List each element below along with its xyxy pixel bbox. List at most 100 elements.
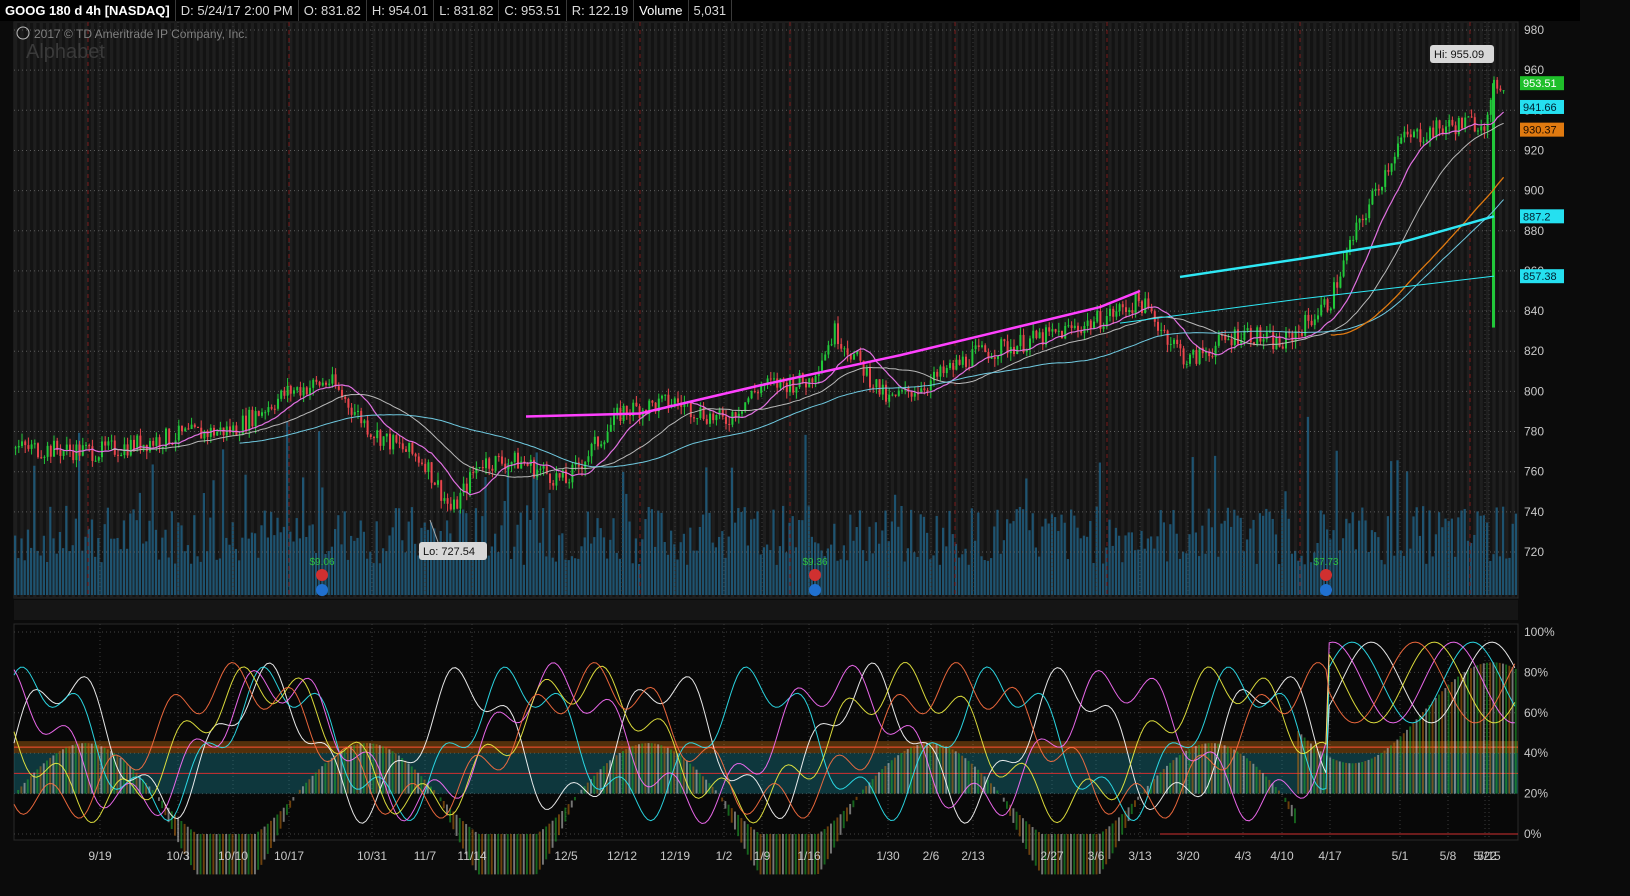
- osc-histogram-bar: [494, 834, 496, 875]
- candle-body: [395, 435, 398, 443]
- osc-histogram-bar: [1399, 736, 1402, 794]
- volume-bar: [1127, 532, 1130, 595]
- osc-histogram-bar: [177, 817, 180, 843]
- candle-body: [251, 409, 254, 427]
- osc-histogram-bar: [1031, 827, 1034, 861]
- price-tag-label: 887.2: [1523, 211, 1551, 223]
- osc-histogram-bar: [1076, 834, 1079, 875]
- dividend-icon: [809, 584, 821, 596]
- candle-body: [1115, 311, 1118, 317]
- osc-histogram-bar: [62, 749, 64, 794]
- time-stripe: [762, 22, 766, 598]
- volume-bar: [1182, 551, 1185, 595]
- date-tick-label: 10/3: [166, 849, 190, 863]
- candle-body: [536, 469, 539, 478]
- volume-bar: [916, 556, 919, 595]
- osc-histogram-bar: [30, 775, 32, 794]
- osc-histogram-bar: [519, 834, 522, 875]
- osc-histogram-bar: [1473, 666, 1476, 794]
- volume-bar: [487, 555, 490, 595]
- candle-body: [293, 390, 295, 394]
- osc-histogram-bar: [394, 753, 397, 794]
- osc-histogram-bar: [1006, 801, 1008, 809]
- osc-histogram-bar: [282, 807, 285, 822]
- volume-bar: [180, 525, 183, 595]
- candle-body: [606, 431, 609, 443]
- candle-body: [350, 407, 353, 415]
- candle-body: [1035, 330, 1038, 339]
- osc-histogram-bar: [1329, 757, 1332, 794]
- high-callout-label: Hi: 955.09: [1434, 49, 1484, 61]
- candle-body: [1297, 330, 1300, 332]
- candle-body: [1185, 363, 1188, 365]
- osc-histogram-bar: [570, 800, 573, 808]
- volume-bar: [1223, 520, 1226, 595]
- candle-body: [440, 480, 443, 501]
- osc-histogram-bar: [1428, 704, 1431, 794]
- volume-bar: [794, 547, 798, 595]
- volume-bar: [298, 538, 302, 595]
- volume-bar: [1066, 559, 1070, 595]
- candle-body: [1189, 354, 1191, 364]
- candle-body: [379, 430, 382, 446]
- volume-bar: [282, 526, 286, 595]
- candle-body: [1057, 330, 1060, 332]
- volume-bar: [906, 548, 910, 595]
- volume-bar: [1175, 533, 1178, 595]
- volume-bar: [567, 560, 570, 595]
- candle-body: [597, 436, 599, 447]
- osc-histogram-bar: [510, 834, 512, 875]
- osc-histogram-bar: [1393, 742, 1396, 794]
- volume-bar: [183, 551, 186, 595]
- volume-bar: [852, 540, 855, 595]
- candle-body: [1336, 282, 1339, 288]
- volume-bar: [711, 542, 714, 595]
- volume-bar: [391, 527, 394, 595]
- osc-histogram-bar: [196, 834, 199, 875]
- candle-body: [1326, 299, 1329, 311]
- volume-bar: [1441, 527, 1444, 595]
- osc-histogram-bar: [865, 786, 868, 794]
- date-tick-label: 12/19: [660, 849, 690, 863]
- time-stripe: [602, 22, 606, 598]
- osc-histogram-bar: [1022, 818, 1024, 843]
- candle-body: [491, 468, 494, 471]
- osc-histogram-bar: [874, 775, 877, 794]
- osc-histogram-bar: [846, 807, 848, 822]
- volume-bar: [167, 557, 170, 595]
- volume-bar: [1018, 506, 1022, 595]
- candle-body: [280, 390, 283, 399]
- volume-bar: [881, 530, 884, 595]
- volume-bar: [1377, 537, 1380, 595]
- volume-bar: [350, 535, 353, 595]
- volume-bar: [17, 558, 20, 595]
- time-stripe: [26, 22, 30, 598]
- candle-body: [1285, 332, 1287, 349]
- osc-histogram-bar: [1108, 826, 1111, 859]
- osc-histogram-bar: [692, 766, 695, 794]
- osc-histogram-bar: [1175, 757, 1178, 794]
- candle-body: [254, 410, 257, 427]
- price-chart[interactable]: 9809609409209008808608408208007807607407…: [0, 0, 1630, 896]
- candle-body: [1291, 332, 1294, 342]
- candle-body: [952, 362, 955, 370]
- candle-body: [1502, 90, 1505, 92]
- osc-histogram-bar: [986, 779, 989, 794]
- candle-body: [1131, 310, 1134, 314]
- candle-body: [245, 415, 247, 431]
- volume-bar: [663, 541, 666, 595]
- candle-body: [1211, 356, 1214, 358]
- volume-bar: [65, 505, 68, 595]
- osc-histogram-bar: [311, 775, 314, 794]
- candle-body: [549, 473, 551, 483]
- osc-histogram-bar: [788, 834, 791, 875]
- osc-histogram-bar: [1354, 763, 1357, 794]
- candle-body: [974, 345, 977, 350]
- osc-histogram-bar: [1025, 821, 1028, 849]
- price-tick-label: 800: [1524, 384, 1544, 398]
- candle-body: [872, 387, 875, 389]
- candle-body: [453, 499, 455, 510]
- volume-bar: [1153, 548, 1156, 595]
- osc-histogram-bar: [734, 811, 736, 830]
- volume-bar: [292, 541, 295, 595]
